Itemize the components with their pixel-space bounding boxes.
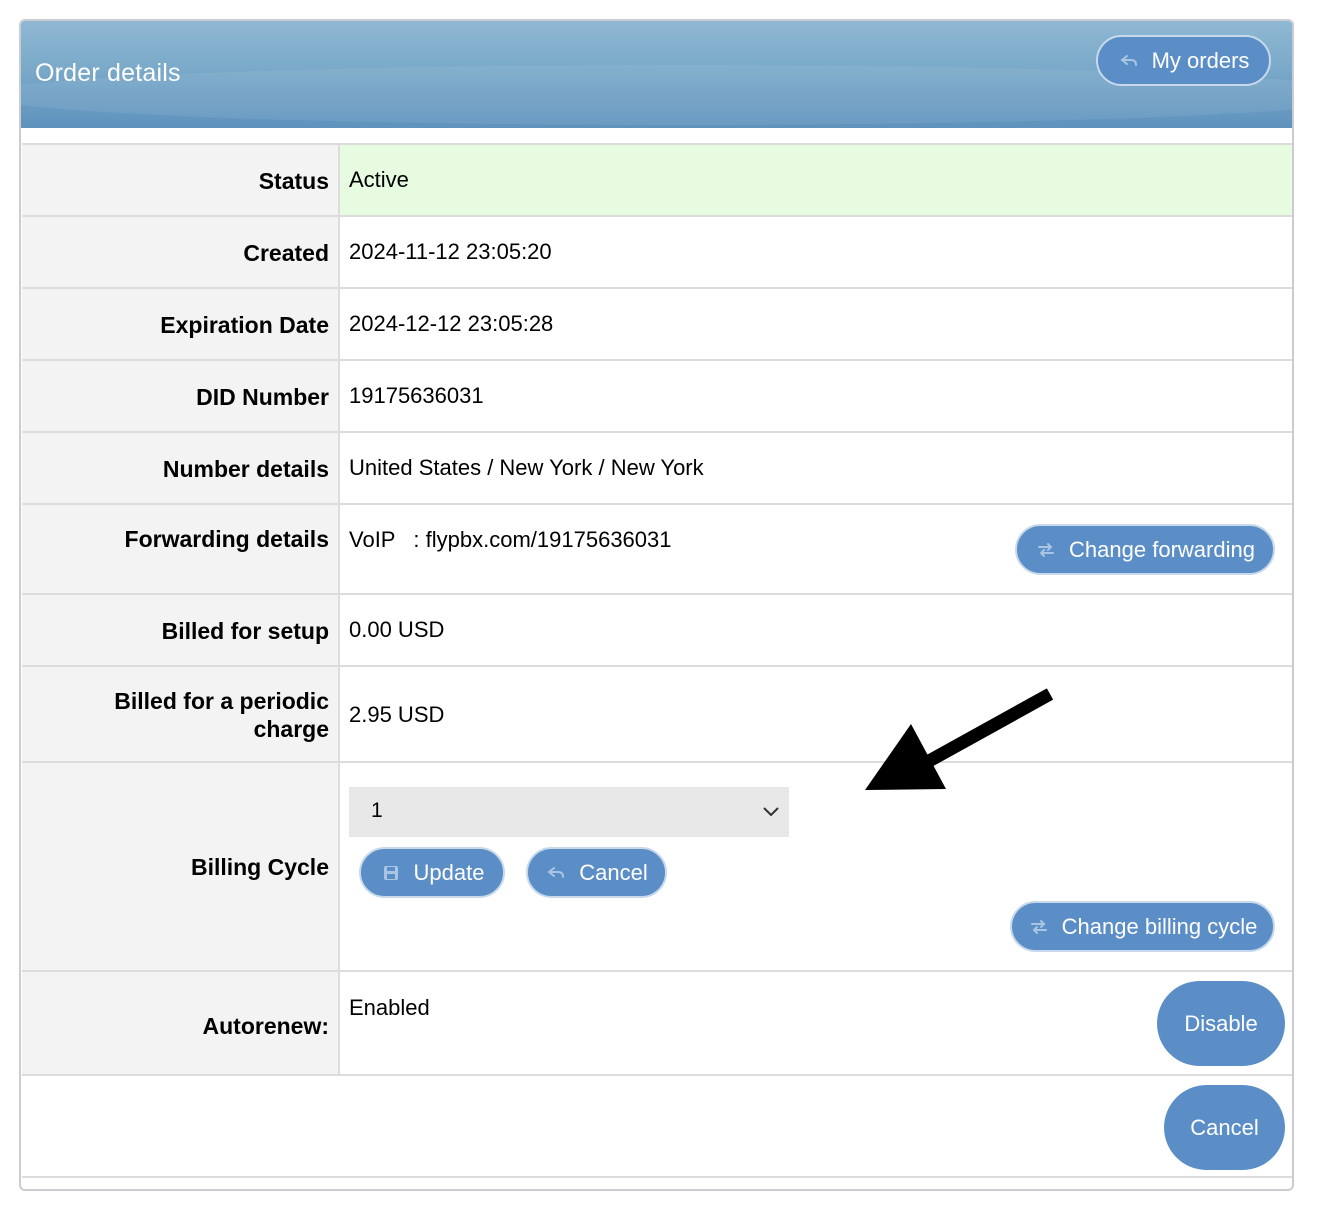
row-footer: Cancel (22, 1074, 1292, 1178)
autorenew-label: Autorenew: (202, 1013, 330, 1039)
status-label: Status (258, 168, 329, 194)
page-title: Order details (35, 59, 181, 87)
billed-setup-value: 0.00 USD (349, 617, 445, 642)
row-label: Expiration Date (22, 289, 340, 359)
my-orders-label: My orders (1151, 47, 1250, 73)
disable-label: Disable (1184, 1010, 1258, 1036)
billed-periodic-value: 2.95 USD (349, 702, 445, 727)
cancel-cycle-button[interactable]: Cancel (526, 847, 667, 898)
change-billing-cycle-button[interactable]: Change billing cycle (1010, 901, 1275, 952)
update-label: Update (413, 859, 485, 885)
forwarding-label: Forwarding details (124, 526, 329, 552)
row-billing-cycle: Billing Cycle 1 Update Cancel Change bil… (22, 761, 1292, 970)
chevron-down-icon (763, 807, 779, 817)
number-details-value-cell: United States / New York / New York (340, 433, 1292, 503)
change-forwarding-button[interactable]: Change forwarding (1015, 524, 1275, 575)
billing-cycle-label: Billing Cycle (190, 854, 329, 880)
autorenew-value-cell: Enabled Disable (340, 972, 1292, 1074)
row-number-details: Number details United States / New York … (22, 431, 1292, 503)
swap-arrows-icon (1035, 539, 1057, 561)
billing-cycle-value-cell: 1 Update Cancel Change billing cycle (340, 763, 1292, 970)
did-label: DID Number (196, 384, 329, 410)
row-label: Billed for a periodic charge (22, 667, 340, 761)
change-billing-cycle-label: Change billing cycle (1061, 913, 1258, 939)
number-details-label: Number details (162, 456, 329, 482)
billed-periodic-value-cell: 2.95 USD (340, 667, 1292, 761)
row-label: Billing Cycle (22, 763, 340, 970)
cancel-cycle-label: Cancel (579, 859, 648, 885)
row-label: Status (22, 145, 340, 215)
expiration-label: Expiration Date (160, 312, 329, 338)
save-disk-icon (380, 862, 402, 884)
row-label: Created (22, 217, 340, 287)
row-did-number: DID Number 19175636031 (22, 359, 1292, 431)
row-status: Status Active (22, 143, 1292, 215)
row-billed-periodic: Billed for a periodic charge 2.95 USD (22, 665, 1292, 761)
change-forwarding-label: Change forwarding (1069, 536, 1255, 562)
did-value-cell: 19175636031 (340, 361, 1292, 431)
created-value: 2024-11-12 23:05:20 (349, 239, 552, 264)
row-label: Billed for setup (22, 595, 340, 665)
autorenew-value: Enabled (349, 995, 430, 1020)
forwarding-value: VoIP : flypbx.com/19175636031 (349, 527, 672, 552)
billing-cycle-selected-value: 1 (371, 799, 383, 822)
cancel-order-label: Cancel (1190, 1114, 1259, 1140)
row-expiration: Expiration Date 2024-12-12 23:05:28 (22, 287, 1292, 359)
order-details-panel: Order details My orders Status Active Cr… (19, 19, 1294, 1191)
status-value-cell: Active (340, 145, 1292, 215)
annotation-arrow-icon (865, 688, 1054, 790)
swap-arrows-icon (1028, 916, 1050, 938)
my-orders-button[interactable]: My orders (1096, 35, 1271, 86)
row-label: DID Number (22, 361, 340, 431)
billed-setup-value-cell: 0.00 USD (340, 595, 1292, 665)
row-label: Autorenew: (22, 972, 340, 1074)
billing-cycle-select[interactable]: 1 (349, 787, 789, 837)
expiration-value: 2024-12-12 23:05:28 (349, 311, 554, 336)
row-label: Number details (22, 433, 340, 503)
created-value-cell: 2024-11-12 23:05:20 (340, 217, 1292, 287)
return-arrow-icon (545, 862, 567, 884)
did-value: 19175636031 (349, 383, 484, 408)
row-created: Created 2024-11-12 23:05:20 (22, 215, 1292, 287)
panel-header: Order details My orders (21, 21, 1292, 128)
billed-periodic-label-line1: Billed for a periodic (114, 688, 329, 714)
created-label: Created (243, 240, 329, 266)
forwarding-value-cell: VoIP : flypbx.com/19175636031 Change for… (340, 505, 1292, 593)
row-label: Forwarding details (22, 505, 340, 593)
billed-periodic-label-line2: charge (253, 716, 329, 742)
expiration-value-cell: 2024-12-12 23:05:28 (340, 289, 1292, 359)
billed-setup-label: Billed for setup (161, 618, 329, 644)
status-value: Active (349, 167, 409, 192)
cancel-order-button[interactable]: Cancel (1164, 1085, 1285, 1170)
number-details-value: United States / New York / New York (349, 455, 704, 480)
row-forwarding: Forwarding details VoIP : flypbx.com/191… (22, 503, 1292, 593)
row-autorenew: Autorenew: Enabled Disable (22, 970, 1292, 1074)
disable-button[interactable]: Disable (1157, 981, 1285, 1066)
return-arrow-icon (1118, 50, 1140, 72)
row-billed-setup: Billed for setup 0.00 USD (22, 593, 1292, 665)
update-button[interactable]: Update (359, 847, 505, 898)
